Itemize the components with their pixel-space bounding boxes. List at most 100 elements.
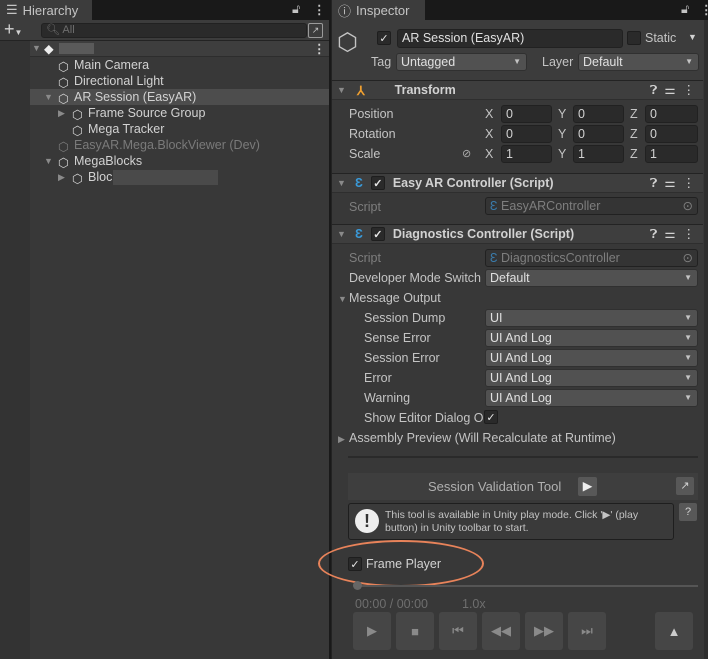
unity-scene-icon: ◆ <box>44 42 54 56</box>
component-enabled-checkbox[interactable]: ✓ <box>370 176 385 190</box>
add-button[interactable]: +▼ <box>4 19 22 40</box>
frame-slider-thumb[interactable] <box>353 581 362 590</box>
message-output-label: Warning <box>364 391 411 405</box>
component-actions[interactable]: ❓︎ ⚌ ⋮ <box>650 82 695 98</box>
kebab-menu-icon[interactable]: ⋮ <box>313 2 326 17</box>
expand-icon[interactable]: ▶ <box>58 169 72 185</box>
list-item[interactable]: ⬡ Directional Light <box>58 73 164 90</box>
axis-z-label: Z <box>630 147 638 161</box>
transform-z-field[interactable]: 0 <box>645 105 698 123</box>
message-output-foldout[interactable]: ▼ Message Output <box>338 291 441 305</box>
list-item-selected[interactable]: ▼ ⬡ AR Session (EasyAR) <box>30 89 329 106</box>
list-item[interactable]: ⬡ Mega Tracker <box>72 121 164 138</box>
axis-x-label: X <box>485 127 494 141</box>
assembly-preview-foldout[interactable]: ▶ Assembly Preview (Will Recalculate at R… <box>338 431 616 445</box>
transform-y-field[interactable]: 1 <box>573 145 624 163</box>
session-validation-play-button[interactable]: ▶ <box>578 477 597 496</box>
rewind-button[interactable]: ◀◀ <box>482 612 520 650</box>
lock-icon[interactable]: 🔓︎ <box>681 2 689 17</box>
gameobject-icon[interactable]: ⬡ <box>337 28 358 57</box>
info-icon: ⓘ <box>338 3 352 19</box>
transform-x-field[interactable]: 0 <box>501 125 552 143</box>
scene-menu-icon[interactable]: ⋮ <box>313 41 326 56</box>
transform-y-field[interactable]: 0 <box>573 125 624 143</box>
transform-y-field[interactable]: 0 <box>573 105 624 123</box>
frame-slider[interactable] <box>355 585 698 587</box>
highlight-ellipse <box>318 540 484 587</box>
step-back-button[interactable]: ⏮︎ <box>439 612 477 650</box>
info-box: ! This tool is available in Unity play m… <box>348 503 674 540</box>
layer-dropdown[interactable]: Default <box>578 53 699 71</box>
message-output-label: Sense Error <box>364 331 431 345</box>
object-picker-icon[interactable]: ⊙ <box>683 250 693 266</box>
transform-x-field[interactable]: 0 <box>501 105 552 123</box>
stop-button[interactable]: ■ <box>396 612 434 650</box>
constrain-proportions-icon[interactable]: ⊘ <box>462 147 471 160</box>
gameobject-icon: ⬡ <box>72 107 83 122</box>
message-output-dropdown[interactable]: UI And Log <box>485 329 698 347</box>
fast-forward-button[interactable]: ▶▶ <box>525 612 563 650</box>
script-field[interactable]: Ɛ EasyARController ⊙ <box>485 197 698 215</box>
object-name-field[interactable]: AR Session (EasyAR) <box>397 29 623 48</box>
expand-icon[interactable]: ▶ <box>58 105 72 121</box>
object-picker-icon[interactable]: ⊙ <box>683 198 693 214</box>
message-output-label: Session Error <box>364 351 440 365</box>
list-item[interactable]: ⬡ Main Camera <box>58 57 149 74</box>
list-item[interactable]: ▼ ⬡ MegaBlocks <box>44 153 142 170</box>
static-dropdown-icon[interactable]: ▼ <box>688 32 697 42</box>
axis-x-label: X <box>485 147 494 161</box>
message-output-dropdown[interactable]: UI <box>485 309 698 327</box>
scene-row[interactable]: ▼ ◆ ⋮ <box>30 41 329 57</box>
tab-inspector[interactable]: ⓘ Inspector <box>332 0 425 20</box>
script-icon: Ɛ <box>355 176 363 190</box>
help-button[interactable]: ? <box>679 503 697 521</box>
expand-icon[interactable]: ▼ <box>44 153 58 169</box>
hierarchy-panel: ☰ Hierarchy 🔓︎ ⋮ +▼ 🔍︎ All ↗ ▼ ◆ ⋮ ⬡ Main … <box>0 0 329 659</box>
axis-z-label: Z <box>630 107 638 121</box>
message-output-dropdown[interactable]: UI And Log <box>485 389 698 407</box>
message-output-label: Session Dump <box>364 311 446 325</box>
scrollbar[interactable] <box>704 20 708 659</box>
lock-icon[interactable]: 🔓︎ <box>292 2 300 17</box>
gameobject-icon: ⬡ <box>72 171 83 186</box>
easyar-controller-header[interactable]: ▼ Ɛ ✓ Easy AR Controller (Script) ❓︎ ⚌ ⋮ <box>332 173 703 193</box>
static-checkbox[interactable] <box>627 31 641 45</box>
active-checkbox[interactable]: ✓ <box>377 31 391 45</box>
gameobject-icon: ⬡ <box>58 91 69 106</box>
play-button[interactable]: ▶ <box>353 612 391 650</box>
warning-icon: ! <box>355 509 379 533</box>
search-input[interactable]: 🔍︎ All <box>41 23 307 38</box>
list-item-disabled[interactable]: ⬡ EasyAR.Mega.BlockViewer (Dev) <box>58 137 260 154</box>
diagnostics-controller-header[interactable]: ▼ Ɛ ✓ Diagnostics Controller (Script) ❓︎ ⚌ ⋮ <box>332 224 703 244</box>
transform-header[interactable]: ▼ ⅄ Transform ❓︎ ⚌ ⋮ <box>332 80 703 100</box>
list-item[interactable]: ▶ ⬡ Frame Source Group <box>58 105 205 122</box>
script-field[interactable]: Ɛ DiagnosticsController ⊙ <box>485 249 698 267</box>
component-actions[interactable]: ❓︎ ⚌ ⋮ <box>650 175 695 191</box>
list-icon: ☰ <box>6 2 18 17</box>
message-output-dropdown[interactable]: UI And Log <box>485 369 698 387</box>
developer-mode-dropdown[interactable]: Default <box>485 269 698 287</box>
maximize-search-button[interactable]: ↗ <box>308 23 323 38</box>
eject-button[interactable]: ▲ <box>655 612 693 650</box>
tag-dropdown[interactable]: Untagged <box>396 53 527 71</box>
expand-icon[interactable]: ▼ <box>44 89 58 105</box>
component-enabled-checkbox[interactable]: ✓ <box>370 227 385 241</box>
transform-z-field[interactable]: 0 <box>645 125 698 143</box>
open-window-button[interactable]: ↗ <box>676 477 694 495</box>
axis-y-label: Y <box>558 107 567 121</box>
message-output-label: Error <box>364 371 392 385</box>
kebab-menu-icon[interactable]: ⋮ <box>700 2 708 17</box>
transform-icon: ⅄ <box>357 83 365 98</box>
axis-y-label: Y <box>558 127 567 141</box>
search-icon: 🔍︎ <box>46 24 60 36</box>
axis-y-label: Y <box>558 147 567 161</box>
transform-z-field[interactable]: 1 <box>645 145 698 163</box>
step-forward-button[interactable]: ⏭︎ <box>568 612 606 650</box>
list-item[interactable]: ▶ ⬡ Bloc <box>58 169 219 186</box>
component-actions[interactable]: ❓︎ ⚌ ⋮ <box>650 226 695 242</box>
tab-hierarchy[interactable]: ☰ Hierarchy <box>0 0 92 20</box>
show-editor-dialog-checkbox[interactable]: ✓ <box>484 410 498 424</box>
transform-x-field[interactable]: 1 <box>501 145 552 163</box>
message-output-dropdown[interactable]: UI And Log <box>485 349 698 367</box>
gameobject-icon: ⬡ <box>58 59 69 74</box>
